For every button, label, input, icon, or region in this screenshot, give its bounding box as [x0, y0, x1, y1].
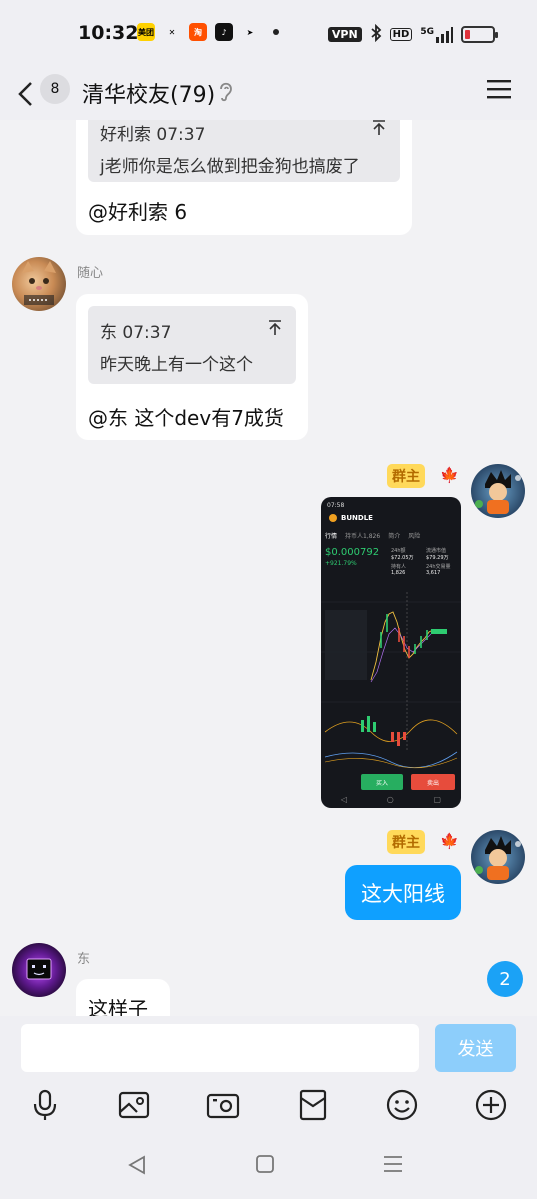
- notification-dot-icon: [273, 29, 279, 35]
- chat-header: 8 清华校友(79): [0, 64, 537, 120]
- nav-menu-icon[interactable]: [383, 1154, 403, 1178]
- composer-toolbar: [0, 1080, 537, 1132]
- network-type: 5G: [420, 26, 434, 37]
- thumb-time: 07:58: [327, 502, 345, 509]
- message-input[interactable]: [21, 1024, 419, 1072]
- status-app-icons: 美团 ✕ 淘 ♪ ➤: [137, 23, 279, 41]
- message-text: @东 这个dev有7成货: [88, 406, 284, 430]
- message-text: @好利索 6: [88, 200, 188, 224]
- thumb-nav-bar: ◁ ○ ▢: [340, 795, 442, 804]
- hd-icon: HD: [389, 28, 413, 41]
- quote-header: 东 07:37: [100, 323, 172, 343]
- quoted-message[interactable]: 好利索 07:37 j老师你是怎么做到把金狗也搞废了: [88, 120, 400, 182]
- telegram-icon: ➤: [241, 23, 259, 41]
- avatar[interactable]: [12, 943, 66, 997]
- page-title[interactable]: 清华校友(79): [82, 77, 215, 109]
- taobao-icon: 淘: [189, 23, 207, 41]
- token-icon: [329, 514, 337, 522]
- thumb-sell-button: 卖出: [411, 774, 455, 790]
- thumb-stat-label: 24h交易量: [426, 564, 451, 570]
- sender-name: 随心: [77, 266, 104, 281]
- signal-icon: 5G: [420, 26, 453, 43]
- candlestick-chart-graphic: [321, 592, 461, 769]
- thumb-stat-label: 持有人: [391, 564, 407, 570]
- jump-to-quote-icon[interactable]: [268, 320, 282, 340]
- composer: 发送: [0, 1016, 537, 1080]
- red-packet-icon[interactable]: [296, 1088, 330, 1122]
- thumb-stat-label: 24h额: [391, 548, 406, 554]
- owner-badge: 群主: [387, 464, 425, 488]
- status-indicators: VPN HD 5G: [327, 23, 498, 45]
- thumb-change: +921.79%: [325, 560, 357, 567]
- plus-icon[interactable]: [474, 1088, 508, 1122]
- message-bubble[interactable]: 好利索 07:37 j老师你是怎么做到把金狗也搞废了 @好利索 6: [76, 120, 412, 235]
- avatar[interactable]: [471, 464, 525, 518]
- thumb-stat: 24h额 $72.05万: [391, 547, 422, 561]
- robot-avatar-icon: [26, 958, 52, 980]
- bluetooth-icon: [370, 23, 382, 45]
- thumb-stat: 流通市值 $79.29万: [426, 547, 457, 561]
- message-bubble-self[interactable]: 这大阳线: [345, 865, 461, 920]
- chevron-left-icon: [18, 82, 32, 106]
- battery-icon: [461, 26, 498, 43]
- status-time: 10:32: [78, 22, 139, 44]
- photo-icon[interactable]: [117, 1088, 151, 1122]
- thumb-stat-label: 流通市值: [426, 548, 447, 554]
- thumb-tab: 持币人1,826: [345, 533, 381, 540]
- thumb-token: BUNDLE: [341, 514, 373, 522]
- send-button[interactable]: 发送: [435, 1024, 516, 1072]
- status-bar: 10:32 美团 ✕ 淘 ♪ ➤ VPN HD 5G: [0, 0, 537, 64]
- thumb-stat: 24h交易量 3,617: [426, 563, 457, 576]
- quote-text: 昨天晚上有一个这个: [100, 355, 253, 375]
- camera-icon[interactable]: [206, 1088, 240, 1122]
- thumb-buy-button: 买入: [361, 774, 403, 790]
- system-navigation-bar: [0, 1132, 537, 1199]
- unread-back-count: 8: [40, 74, 70, 104]
- sender-name: 东: [77, 952, 91, 967]
- message-bubble[interactable]: 这样子: [76, 979, 170, 1016]
- thumb-stat-value: $72.05万: [391, 555, 414, 561]
- thumb-tabs: 行情 持币人1,826 简介 风险: [325, 531, 420, 540]
- thumb-price: $0.000792: [325, 547, 380, 558]
- thumb-stat-value: 3,617: [426, 570, 441, 576]
- menu-icon[interactable]: [487, 78, 511, 104]
- thumb-tab: 风险: [408, 533, 421, 540]
- maple-leaf-icon: 🍁: [440, 466, 459, 484]
- anime-avatar-icon: [475, 470, 521, 514]
- thumb-tab: 行情: [325, 533, 338, 540]
- message-bubble[interactable]: 东 07:37 昨天晚上有一个这个 @东 这个dev有7成货: [76, 294, 308, 440]
- unread-count-badge[interactable]: 2: [487, 961, 523, 997]
- thumb-stat-value: 1,826: [391, 570, 406, 576]
- avatar[interactable]: [471, 830, 525, 884]
- image-message[interactable]: 07:58 BUNDLE 行情 持币人1,826 简介 风险 $0.000792 +9…: [321, 497, 461, 808]
- tiktok-icon: ♪: [215, 23, 233, 41]
- thumb-stats: 24h额 $72.05万 流通市值 $79.29万 持有人 1,826 24h交易量 3,61…: [391, 547, 457, 576]
- meituan-icon: 美团: [137, 23, 155, 41]
- microphone-icon[interactable]: [28, 1088, 62, 1122]
- message-list[interactable]: 好利索 07:37 j老师你是怎么做到把金狗也搞废了 @好利索 6 随心 东 0…: [0, 120, 537, 1016]
- quoted-message[interactable]: 东 07:37 昨天晚上有一个这个: [88, 306, 296, 384]
- quote-header: 好利索 07:37: [100, 125, 206, 145]
- owner-badge: 群主: [387, 830, 425, 854]
- cat-avatar-icon: [22, 261, 56, 305]
- crosshatch-icon: ✕: [163, 23, 181, 41]
- vpn-icon: VPN: [327, 27, 362, 42]
- emoji-icon[interactable]: [385, 1088, 419, 1122]
- thumb-tab: 简介: [388, 533, 401, 540]
- avatar[interactable]: [12, 257, 66, 311]
- thumb-stat: 持有人 1,826: [391, 563, 422, 576]
- maple-leaf-icon: 🍁: [440, 832, 459, 850]
- ear-icon: [217, 79, 235, 107]
- message-text: 这样子: [88, 997, 148, 1016]
- battery-level: [465, 30, 470, 39]
- thumb-stat-value: $79.29万: [426, 555, 449, 561]
- nav-back-icon[interactable]: [126, 1154, 148, 1180]
- nav-home-icon[interactable]: [255, 1154, 275, 1178]
- jump-to-quote-icon[interactable]: [372, 120, 386, 140]
- quote-text: j老师你是怎么做到把金狗也搞废了: [100, 157, 360, 177]
- anime-avatar-icon: [475, 836, 521, 880]
